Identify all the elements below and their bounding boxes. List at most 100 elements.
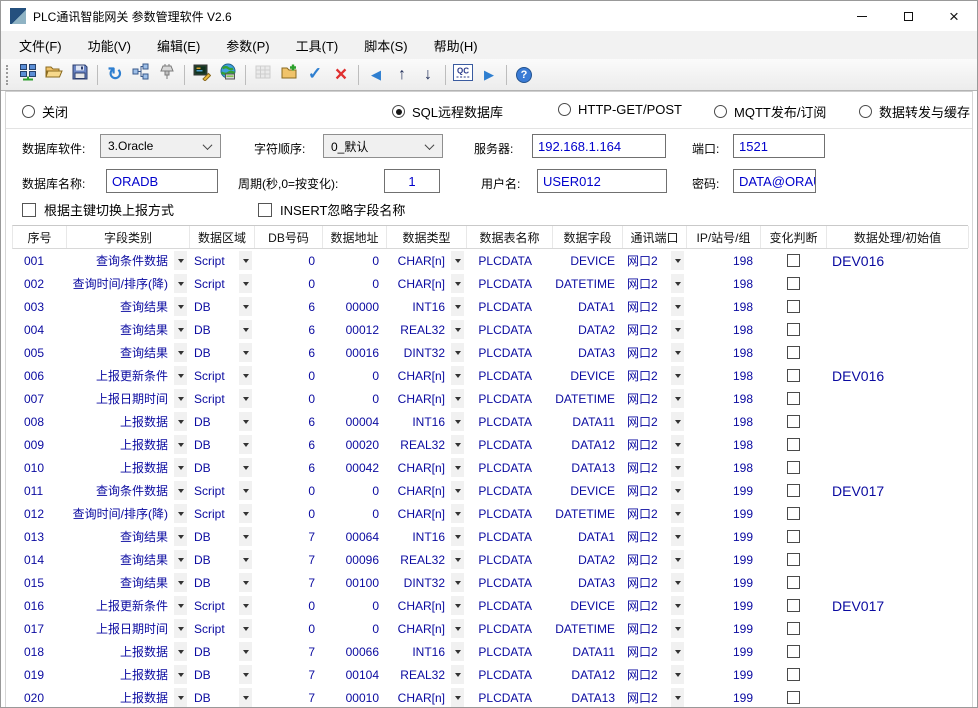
change-checkbox[interactable] <box>787 392 800 405</box>
cell-data-field[interactable]: DATETIME <box>552 387 622 410</box>
cell-data-address[interactable]: 0 <box>322 479 386 502</box>
cell-data-address[interactable]: 00096 <box>322 548 386 571</box>
cell-data-type[interactable]: REAL32 <box>386 548 466 571</box>
dropdown-button[interactable] <box>239 458 252 477</box>
cell-db-number[interactable]: 0 <box>254 272 322 295</box>
cell-data-area[interactable]: Script <box>189 617 254 640</box>
cell-comm-port[interactable]: 网口2 <box>622 364 686 387</box>
cell-table-name[interactable]: PLCDATA <box>466 502 552 525</box>
dropdown-button[interactable] <box>239 412 252 431</box>
column-header[interactable]: 数据处理/初始值 <box>827 226 969 248</box>
dropdown-button[interactable] <box>671 642 684 661</box>
toolbar-qc-button[interactable]: QC <box>450 62 476 88</box>
dropdown-button[interactable] <box>671 458 684 477</box>
cell-comm-port[interactable]: 网口2 <box>622 318 686 341</box>
cell-init-value[interactable] <box>826 640 968 663</box>
cell-init-value[interactable] <box>826 318 968 341</box>
change-checkbox[interactable] <box>787 300 800 313</box>
cell-comm-port[interactable]: 网口2 <box>622 548 686 571</box>
change-checkbox[interactable] <box>787 553 800 566</box>
dropdown-button[interactable] <box>239 550 252 569</box>
cell-field-category[interactable]: 上报数据 <box>66 456 189 479</box>
cell-data-address[interactable]: 00004 <box>322 410 386 433</box>
toolbar-topology-button[interactable] <box>128 62 154 88</box>
cell-station[interactable]: 199 <box>686 686 760 707</box>
cell-table-name[interactable]: PLCDATA <box>466 525 552 548</box>
change-checkbox[interactable] <box>787 691 800 704</box>
dropdown-button[interactable] <box>239 642 252 661</box>
dropdown-button[interactable] <box>451 665 464 684</box>
cell-data-field[interactable]: DATA12 <box>552 433 622 456</box>
dropdown-button[interactable] <box>671 366 684 385</box>
cell-data-address[interactable]: 00100 <box>322 571 386 594</box>
mode-radio-http[interactable]: HTTP-GET/POST <box>558 102 682 117</box>
cell-data-address[interactable]: 00010 <box>322 686 386 707</box>
dropdown-button[interactable] <box>451 320 464 339</box>
cell-table-name[interactable]: PLCDATA <box>466 456 552 479</box>
cell-data-field[interactable]: DEVICE <box>552 594 622 617</box>
cell-data-area[interactable]: Script <box>189 502 254 525</box>
menu-item-script[interactable]: 脚本(S) <box>351 31 420 59</box>
dropdown-button[interactable] <box>239 665 252 684</box>
toolbar-grip[interactable] <box>6 65 10 85</box>
dropdown-button[interactable] <box>239 596 252 615</box>
dropdown-button[interactable] <box>239 688 252 707</box>
cell-station[interactable]: 198 <box>686 410 760 433</box>
cell-data-address[interactable]: 00012 <box>322 318 386 341</box>
cell-data-type[interactable]: CHAR[n] <box>386 502 466 525</box>
dropdown-button[interactable] <box>451 251 464 270</box>
dropdown-button[interactable] <box>174 320 187 339</box>
column-header[interactable]: 数据字段 <box>553 226 623 248</box>
cell-db-number[interactable]: 7 <box>254 686 322 707</box>
cell-data-type[interactable]: CHAR[n] <box>386 686 466 707</box>
cell-data-type[interactable]: REAL32 <box>386 433 466 456</box>
cell-station[interactable]: 199 <box>686 640 760 663</box>
dropdown-button[interactable] <box>174 458 187 477</box>
column-header[interactable]: 序号 <box>13 226 67 248</box>
toolbar-play-button[interactable]: ▶ <box>476 62 502 88</box>
cell-data-address[interactable]: 0 <box>322 502 386 525</box>
cell-table-name[interactable]: PLCDATA <box>466 686 552 707</box>
cell-data-area[interactable]: DB <box>189 433 254 456</box>
cell-data-field[interactable]: DATETIME <box>552 502 622 525</box>
cell-data-field[interactable]: DATA2 <box>552 318 622 341</box>
cell-data-field[interactable]: DATA13 <box>552 686 622 707</box>
cell-data-type[interactable]: INT16 <box>386 640 466 663</box>
cell-db-number[interactable]: 7 <box>254 548 322 571</box>
dropdown-button[interactable] <box>451 642 464 661</box>
cell-table-name[interactable]: PLCDATA <box>466 640 552 663</box>
dropdown-button[interactable] <box>174 688 187 707</box>
cell-data-type[interactable]: INT16 <box>386 525 466 548</box>
cell-data-type[interactable]: REAL32 <box>386 663 466 686</box>
change-checkbox[interactable] <box>787 668 800 681</box>
toolbar-arrow-up-button[interactable]: ↑ <box>389 62 415 88</box>
cell-init-value[interactable] <box>826 525 968 548</box>
dropdown-button[interactable] <box>174 596 187 615</box>
dropdown-button[interactable] <box>174 412 187 431</box>
change-checkbox[interactable] <box>787 576 800 589</box>
cell-data-area[interactable]: DB <box>189 640 254 663</box>
dropdown-button[interactable] <box>451 481 464 500</box>
cell-station[interactable]: 198 <box>686 364 760 387</box>
dropdown-button[interactable] <box>239 389 252 408</box>
dropdown-button[interactable] <box>174 642 187 661</box>
cell-station[interactable]: 199 <box>686 548 760 571</box>
cell-data-area[interactable]: Script <box>189 272 254 295</box>
cell-data-area[interactable]: DB <box>189 410 254 433</box>
toolbar-arrow-left-button[interactable]: ◀ <box>363 62 389 88</box>
change-checkbox[interactable] <box>787 277 800 290</box>
dropdown-button[interactable] <box>174 297 187 316</box>
close-button[interactable]: × <box>931 1 977 31</box>
dropdown-button[interactable] <box>174 251 187 270</box>
toolbar-cancel-button[interactable]: × <box>328 62 354 88</box>
change-checkbox[interactable] <box>787 622 800 635</box>
cell-data-field[interactable]: DATA12 <box>552 663 622 686</box>
cell-table-name[interactable]: PLCDATA <box>466 364 552 387</box>
cell-data-address[interactable]: 0 <box>322 594 386 617</box>
mode-radio-sql[interactable]: SQL远程数据库 <box>392 102 503 121</box>
cell-data-address[interactable]: 00016 <box>322 341 386 364</box>
dropdown-button[interactable] <box>671 481 684 500</box>
cell-data-type[interactable]: CHAR[n] <box>386 272 466 295</box>
menu-item-tool[interactable]: 工具(T) <box>283 31 352 59</box>
column-header[interactable]: DB号码 <box>255 226 323 248</box>
